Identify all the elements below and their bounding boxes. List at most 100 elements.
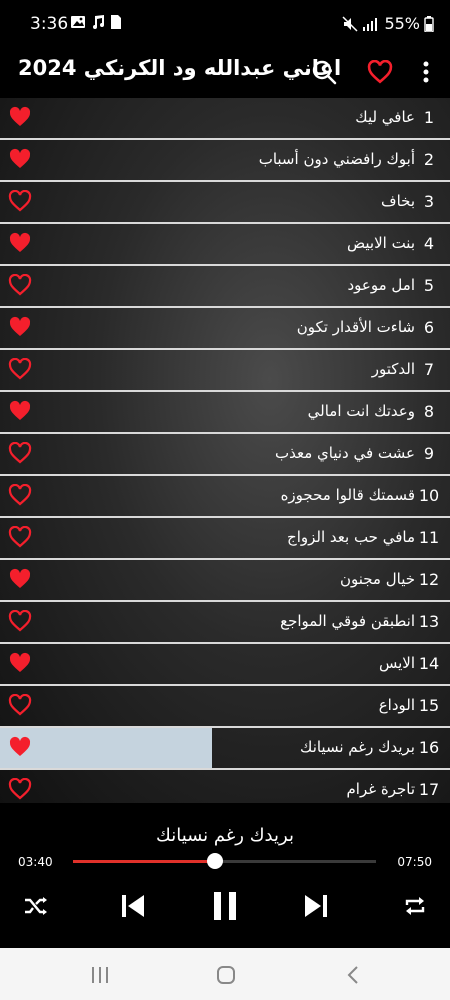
heart-filled-icon xyxy=(9,652,31,672)
song-row[interactable]: 10 قسمتك قالوا محجوزه xyxy=(0,476,450,518)
skip-next-icon xyxy=(305,895,327,917)
song-number: 7 xyxy=(423,360,435,379)
home-button[interactable] xyxy=(213,962,239,988)
favorite-toggle-button[interactable] xyxy=(8,736,32,760)
song-title: الدكتور xyxy=(371,360,415,378)
song-row[interactable]: 3 بخاف xyxy=(0,182,450,224)
song-title: بنت الابيض xyxy=(347,234,415,252)
heart-outline-icon xyxy=(8,189,32,212)
heart-filled-icon xyxy=(9,316,31,336)
song-row[interactable]: 12 خيال مجنون xyxy=(0,560,450,602)
favorite-toggle-button[interactable] xyxy=(8,148,32,172)
song-row[interactable]: 16 بريدك رغم نسيانك xyxy=(0,728,450,770)
song-number: 6 xyxy=(423,318,435,337)
song-title: عشت في دنياي معذب xyxy=(275,444,415,462)
notification-icons xyxy=(70,14,122,30)
repeat-icon xyxy=(405,897,425,915)
more-options-button[interactable] xyxy=(410,56,442,88)
heart-filled-icon xyxy=(9,400,31,420)
home-icon xyxy=(217,966,235,984)
song-title: شاءت الأقدار تكون xyxy=(296,318,415,336)
heart-filled-icon xyxy=(9,232,31,252)
back-button[interactable] xyxy=(340,962,366,988)
shuffle-icon xyxy=(25,897,47,915)
favorite-toggle-button[interactable] xyxy=(8,357,32,382)
previous-button[interactable] xyxy=(116,889,150,923)
song-row[interactable]: 6 شاءت الأقدار تكون xyxy=(0,308,450,350)
favorite-toggle-button[interactable] xyxy=(8,652,32,676)
mute-icon xyxy=(342,15,358,32)
song-title: امل موعود xyxy=(347,276,416,294)
favorite-toggle-button[interactable] xyxy=(8,232,32,256)
song-row[interactable]: 14 الايس xyxy=(0,644,450,686)
heart-outline-icon xyxy=(8,525,32,548)
total-time: 07:50 xyxy=(397,855,432,869)
heart-outline-icon xyxy=(367,60,393,84)
heart-filled-icon xyxy=(9,736,31,756)
seek-bar[interactable] xyxy=(73,853,376,869)
shuffle-button[interactable] xyxy=(19,889,53,923)
song-row[interactable]: 2 أبوك رافضني دون أسباب xyxy=(0,140,450,182)
favorite-toggle-button[interactable] xyxy=(8,273,32,298)
back-icon xyxy=(347,966,358,984)
favorite-toggle-button[interactable] xyxy=(8,189,32,214)
repeat-button[interactable] xyxy=(398,889,432,923)
signal-icon xyxy=(363,17,378,31)
favorite-toggle-button[interactable] xyxy=(8,483,32,508)
sim-card-icon xyxy=(111,15,121,29)
song-number: 4 xyxy=(423,234,435,253)
elapsed-time: 03:40 xyxy=(18,855,53,869)
song-title: أبوك رافضني دون أسباب xyxy=(258,150,415,168)
song-row[interactable]: 4 بنت الابيض xyxy=(0,224,450,266)
favorites-button[interactable] xyxy=(364,56,396,88)
favorite-toggle-button[interactable] xyxy=(8,525,32,550)
song-row[interactable]: 9 عشت في دنياي معذب xyxy=(0,434,450,476)
song-list[interactable]: 1 عافي ليك 2 أبوك رافضني دون أسباب 3 بخاف 4 بنت… xyxy=(0,98,450,803)
seek-bar-thumb[interactable] xyxy=(207,853,224,869)
song-number: 3 xyxy=(423,192,435,211)
song-row[interactable]: 7 الدكتور xyxy=(0,350,450,392)
search-icon xyxy=(312,60,337,85)
song-row[interactable]: 5 امل موعود xyxy=(0,266,450,308)
heart-outline-icon xyxy=(8,273,32,296)
favorite-toggle-button[interactable] xyxy=(8,693,32,718)
favorite-toggle-button[interactable] xyxy=(8,568,32,592)
song-row[interactable]: 11 مافي حب بعد الزواج xyxy=(0,518,450,560)
heart-outline-icon xyxy=(8,777,32,800)
song-title: وعدتك انت امالي xyxy=(307,402,415,420)
favorite-toggle-button[interactable] xyxy=(8,441,32,466)
heart-outline-icon xyxy=(8,357,32,380)
song-row[interactable]: 8 وعدتك انت امالي xyxy=(0,392,450,434)
song-number: 15 xyxy=(418,696,440,715)
song-title: انطبقن فوقي المواجع xyxy=(280,612,415,630)
song-number: 12 xyxy=(418,570,440,589)
song-title: تاجرة غرام xyxy=(346,780,416,798)
search-button[interactable] xyxy=(308,56,340,88)
favorite-toggle-button[interactable] xyxy=(8,609,32,634)
song-title: عافي ليك xyxy=(355,108,415,126)
seek-bar-progress xyxy=(73,860,216,863)
song-title: الايس xyxy=(378,654,415,672)
song-number: 14 xyxy=(418,654,440,673)
song-number: 10 xyxy=(418,486,440,505)
system-nav-bar xyxy=(0,948,450,1000)
song-row[interactable]: 13 انطبقن فوقي المواجع xyxy=(0,602,450,644)
favorite-toggle-button[interactable] xyxy=(8,316,32,340)
music-note-icon xyxy=(93,15,104,29)
song-number: 11 xyxy=(418,528,440,547)
favorite-toggle-button[interactable] xyxy=(8,400,32,424)
song-row[interactable]: 1 عافي ليك xyxy=(0,98,450,140)
song-number: 9 xyxy=(423,444,435,463)
next-button[interactable] xyxy=(299,889,333,923)
song-row[interactable]: 17 تاجرة غرام xyxy=(0,770,450,803)
player-bar: بريدك رغم نسيانك 03:40 07:50 xyxy=(0,803,450,948)
recent-apps-button[interactable] xyxy=(87,962,113,988)
song-number: 1 xyxy=(423,108,435,127)
pause-button[interactable] xyxy=(208,889,242,923)
heart-outline-icon xyxy=(8,693,32,716)
song-number: 8 xyxy=(423,402,435,421)
favorite-toggle-button[interactable] xyxy=(8,777,32,802)
song-row[interactable]: 15 الوداع xyxy=(0,686,450,728)
song-title: قسمتك قالوا محجوزه xyxy=(280,486,415,504)
favorite-toggle-button[interactable] xyxy=(8,106,32,130)
